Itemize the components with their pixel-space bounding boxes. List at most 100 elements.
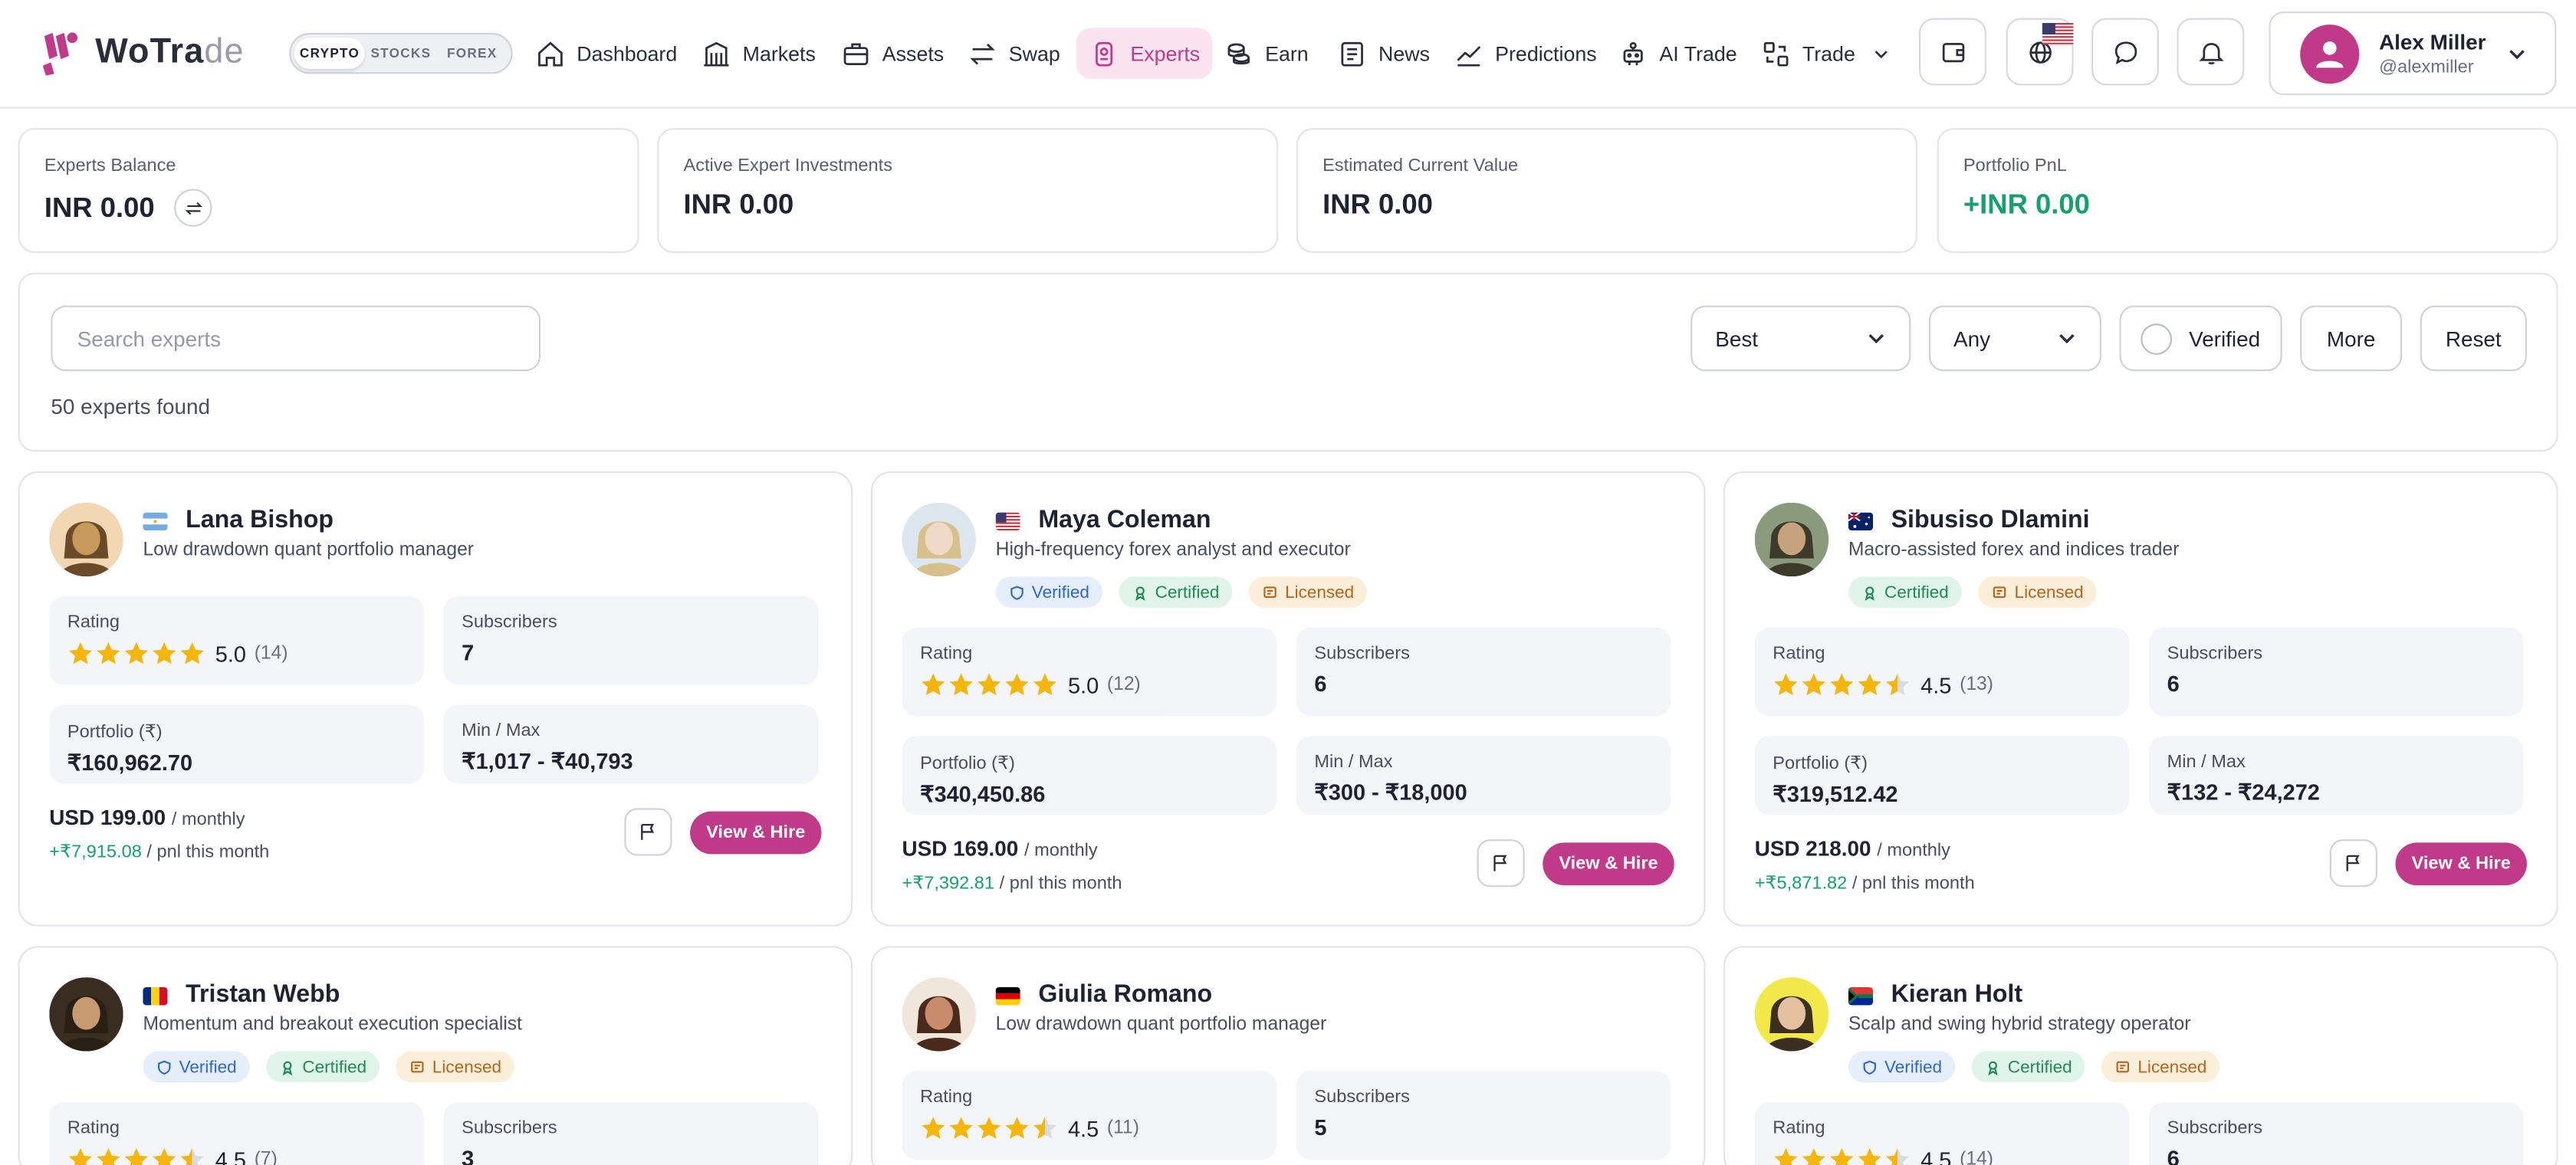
chevron-down-icon [1868,333,1884,344]
star-icon [978,1117,1001,1139]
badge-list: Certified Licensed [1848,576,2097,608]
user-menu[interactable]: Alex Miller @alexmiller [2269,11,2557,96]
report-button[interactable] [1477,839,1525,888]
range-select[interactable]: Any [1928,305,2101,372]
expert-name: Tristan Webb [186,980,340,1009]
chat-icon [2114,41,2137,64]
star-icon [1886,1147,1910,1165]
toggle-crypto[interactable]: CRYPTO [294,38,366,70]
nav-experts[interactable]: Experts [1076,28,1214,79]
us-flag-icon [2042,23,2074,44]
expert-card[interactable]: Tristan Webb Momentum and breakout execut… [18,946,853,1165]
verified-badge: Verified [995,576,1103,608]
star-icon [922,673,945,696]
avatar [49,977,123,1052]
badge-icon [1096,41,1113,66]
report-button[interactable] [2329,839,2377,888]
argentina-flag-icon [143,512,168,531]
romania-flag-icon [143,986,168,1006]
rating-box: Rating 4.5 (13) [1754,627,2130,717]
nav-news[interactable]: News [1324,28,1443,78]
expert-name: Sibusiso Dlamini [1891,506,2090,534]
star-icon [1830,673,1854,696]
avatar [49,502,123,577]
robot-icon [1623,41,1643,65]
rating-box: Rating 4.5 (14) [1754,1101,2130,1165]
expert-card[interactable]: Kieran Holt Scalp and swing hybrid strate… [1723,946,2558,1165]
nav-assets[interactable]: Assets [828,28,957,78]
minmax-box: Min / Max ₹1,017 - ₹40,793 [443,704,819,784]
chevron-down-icon [2509,50,2525,60]
expert-card[interactable]: Lana Bishop Low drawdown quant portfolio … [18,471,853,927]
star-icon [1802,1147,1825,1165]
shield-icon [158,1059,171,1075]
star-icon [153,642,176,665]
nav-predictions[interactable]: Predictions [1441,28,1609,78]
expert-description: Macro-assisted forex and indices trader [1848,540,2180,560]
view-hire-button[interactable]: View & Hire [690,811,822,855]
reset-button[interactable]: Reset [2420,305,2527,372]
pnl: +₹5,871.82 / pnl this month [1754,874,1975,894]
convert-button[interactable] [174,189,212,227]
shield-icon [1010,585,1024,599]
coins-icon [1227,42,1250,64]
verified-filter-toggle[interactable]: Verified [2119,305,2282,372]
wallet-button[interactable] [1919,18,1986,86]
toggle-forex[interactable]: FOREX [436,38,508,69]
search-input[interactable] [51,305,541,372]
stat-portfolio-pnl: Portfolio PnL +INR 0.00 [1937,128,2558,254]
subscribers-box: Subscribers 6 [1296,627,1671,717]
star-icon [97,642,120,665]
report-button[interactable] [624,808,672,856]
nav-markets[interactable]: Markets [688,28,829,78]
sort-select[interactable]: Best [1691,305,1911,372]
star-icon [1858,673,1881,696]
more-filters-button[interactable]: More [2300,305,2403,372]
minmax-value: ₹1,017 - ₹40,793 [462,749,633,774]
stat-active-investments: Active Expert Investments INR 0.00 [657,128,1279,254]
price: USD 218.00 / monthly [1754,835,1950,861]
chevron-down-icon [2059,333,2075,344]
toggle-stocks[interactable]: STOCKS [365,38,436,69]
nav-swap[interactable]: Swap [955,28,1073,78]
view-hire-button[interactable]: View & Hire [2395,842,2527,886]
stat-experts-balance: Experts Balance INR 0.00 [18,128,639,254]
portfolio-box: Portfolio (₹) ₹319,512.42 [1754,736,2130,815]
view-hire-button[interactable]: View & Hire [1543,842,1674,886]
verified-radio[interactable] [2141,323,2173,354]
notifications-button[interactable] [2177,18,2245,86]
avatar [2300,24,2360,84]
certified-badge: Certified [1848,576,1962,608]
nav-ai-trade[interactable]: AI Trade [1605,28,1750,78]
expert-card[interactable]: Maya Coleman High-frequency forex analyst… [870,471,1706,927]
star-icon [1858,1147,1881,1165]
trade-exchange-icon [1763,41,1789,66]
user-icon [2316,40,2344,67]
subscribers-value: 6 [2167,1146,2180,1165]
language-button[interactable] [2006,18,2074,86]
briefcase-icon [843,42,869,64]
star-rating: 5.0 (12) [920,671,1258,697]
nav-dashboard[interactable]: Dashboard [522,28,690,78]
filter-panel: 50 experts found Best Any Verified More … [18,272,2558,452]
chat-button[interactable] [2091,18,2159,86]
award-icon [1988,1060,1998,1075]
verified-badge: Verified [1848,1051,1956,1083]
australia-flag-icon [1848,512,1874,531]
expert-name: Maya Coleman [1038,506,1211,534]
brand-name: WoTrade [95,32,245,71]
badge-list: Verified Certified Licensed [143,1051,515,1083]
nav-earn[interactable]: Earn [1211,28,1321,78]
expert-card[interactable]: Giulia Romano Low drawdown quant portfoli… [870,946,1706,1165]
brand-logo[interactable]: WoTrade [39,30,244,76]
star-icon [1005,1117,1029,1139]
flag-icon [1493,855,1507,871]
swap-arrows-icon [184,201,202,215]
user-handle: @alexmiller [2379,57,2474,77]
star-icon [97,1147,120,1165]
badge-list: Verified Certified Licensed [1848,1051,2220,1083]
subscribers-box: Subscribers 5 [1296,1071,1671,1160]
nav-trade[interactable]: Trade [1748,28,1903,78]
star-rating: 4.5 (11) [920,1115,1258,1141]
expert-card[interactable]: Sibusiso Dlamini Macro-assisted forex and… [1723,471,2558,927]
